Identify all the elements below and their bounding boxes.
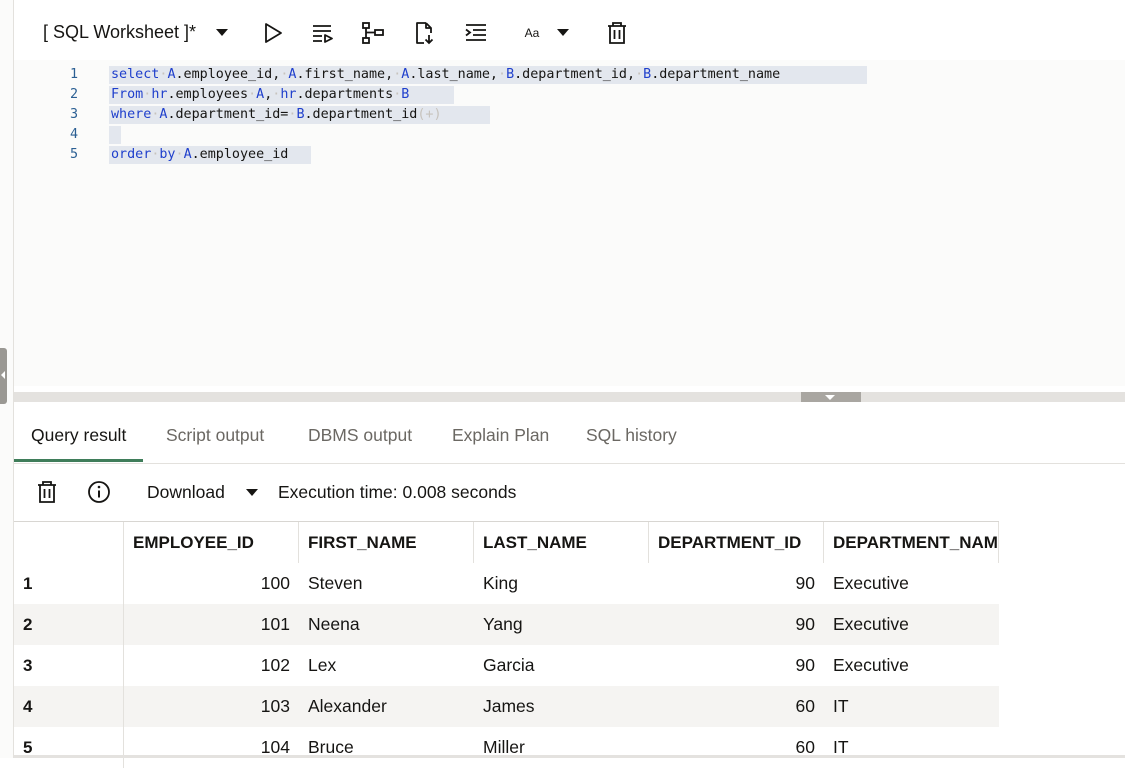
font-case-icon: Aa xyxy=(524,26,540,40)
cell-employee-id[interactable]: 102 xyxy=(124,645,299,686)
cell-last-name[interactable]: Miller xyxy=(474,727,649,768)
column-header[interactable]: EMPLOYEE_ID xyxy=(124,522,299,563)
tab-script-output[interactable]: Script output xyxy=(166,410,264,462)
row-number: 3 xyxy=(14,645,124,686)
cell-first-name[interactable]: Steven xyxy=(299,563,474,604)
worksheet-title: [ SQL Worksheet ]* xyxy=(43,22,197,42)
cell-first-name[interactable]: Bruce xyxy=(299,727,474,768)
code-line-2: 2 From·hr.employees·A,·hr.departments·B xyxy=(14,85,1125,105)
clear-results-button[interactable] xyxy=(32,477,62,507)
line-number: 3 xyxy=(69,107,78,122)
info-button[interactable] xyxy=(84,477,114,507)
panel-expand-handle[interactable] xyxy=(0,348,7,404)
row-number: 5 xyxy=(14,727,124,768)
cell-last-name[interactable]: James xyxy=(474,686,649,727)
cell-last-name[interactable]: Yang xyxy=(474,604,649,645)
table-row[interactable]: 3 102 Lex Garcia 90 Executive xyxy=(14,645,999,686)
code-line-1: 1 select·A.employee_id,·A.first_name,·A.… xyxy=(14,65,1125,85)
sql-editor[interactable]: 1 select·A.employee_id,·A.first_name,·A.… xyxy=(14,60,1125,386)
column-header[interactable]: DEPARTMENT_NAM xyxy=(824,522,999,563)
cell-employee-id[interactable]: 103 xyxy=(124,686,299,727)
autotrace-button[interactable] xyxy=(409,18,439,48)
row-number-header xyxy=(14,522,124,563)
tab-sql-history[interactable]: SQL history xyxy=(586,410,677,462)
results-grid: EMPLOYEE_ID FIRST_NAME LAST_NAME DEPARTM… xyxy=(14,521,999,768)
tab-explain-plan[interactable]: Explain Plan xyxy=(452,410,549,462)
row-number: 4 xyxy=(14,686,124,727)
grid-header: EMPLOYEE_ID FIRST_NAME LAST_NAME DEPARTM… xyxy=(14,522,999,563)
run-script-icon xyxy=(313,25,333,43)
table-row[interactable]: 4 103 Alexander James 60 IT xyxy=(14,686,999,727)
font-case-button[interactable]: Aa xyxy=(517,18,547,48)
format-button[interactable] xyxy=(461,18,491,48)
cell-department-id[interactable]: 60 xyxy=(649,686,824,727)
left-panel-rail xyxy=(0,0,14,758)
cell-department-name[interactable]: IT xyxy=(824,727,999,768)
cell-last-name[interactable]: Garcia xyxy=(474,645,649,686)
result-tabs: Query result Script output DBMS output E… xyxy=(14,410,1125,464)
trash-icon xyxy=(38,481,56,503)
pane-splitter[interactable] xyxy=(14,392,1125,402)
clear-button[interactable] xyxy=(602,18,632,48)
run-script-button[interactable] xyxy=(308,18,338,48)
cell-department-name[interactable]: Executive xyxy=(824,645,999,686)
cell-first-name[interactable]: Neena xyxy=(299,604,474,645)
tab-query-result[interactable]: Query result xyxy=(14,410,144,462)
cell-department-name[interactable]: Executive xyxy=(824,563,999,604)
code-text: order·by·A.employee_id xyxy=(111,147,289,162)
cell-department-id[interactable]: 90 xyxy=(649,563,824,604)
worksheet-toolbar: [ SQL Worksheet ]* Aa xyxy=(14,14,1114,54)
table-row[interactable]: 1 100 Steven King 90 Executive xyxy=(14,563,999,604)
results-toolbar: Download Execution time: 0.008 seconds xyxy=(14,465,1125,521)
autotrace-icon xyxy=(416,22,434,45)
worksheet-menu-caret-icon[interactable] xyxy=(216,29,228,36)
download-caret-icon[interactable] xyxy=(246,489,258,496)
line-number: 1 xyxy=(69,67,78,82)
table-row[interactable]: 5 104 Bruce Miller 60 IT xyxy=(14,727,999,768)
column-header[interactable]: DEPARTMENT_ID xyxy=(649,522,824,563)
cell-department-id[interactable]: 60 xyxy=(649,727,824,768)
execution-time: Execution time: 0.008 seconds xyxy=(278,482,517,502)
cell-department-id[interactable]: 90 xyxy=(649,604,824,645)
info-icon xyxy=(88,481,110,503)
cell-employee-id[interactable]: 104 xyxy=(124,727,299,768)
splitter-collapse-handle[interactable] xyxy=(801,392,861,402)
line-number: 5 xyxy=(69,147,78,162)
code-text: where·A.department_id=·B.department_id(+… xyxy=(111,107,442,122)
code-text: select·A.employee_id,·A.first_name,·A.la… xyxy=(111,67,781,82)
row-number: 1 xyxy=(14,563,124,604)
cell-department-id[interactable]: 90 xyxy=(649,645,824,686)
format-icon xyxy=(465,24,486,41)
column-header[interactable]: LAST_NAME xyxy=(474,522,649,563)
download-button[interactable]: Download xyxy=(147,482,225,503)
explain-plan-icon xyxy=(362,22,384,44)
cell-first-name[interactable]: Alexander xyxy=(299,686,474,727)
cell-employee-id[interactable]: 100 xyxy=(124,563,299,604)
code-line-3: 3 where·A.department_id=·B.department_id… xyxy=(14,105,1125,125)
line-number: 4 xyxy=(69,127,78,142)
explain-plan-button[interactable] xyxy=(358,18,388,48)
line-number: 2 xyxy=(69,87,78,102)
cell-department-name[interactable]: IT xyxy=(824,686,999,727)
code-line-5: 5 order·by·A.employee_id xyxy=(14,145,1125,165)
code-text: From·hr.employees·A,·hr.departments·B xyxy=(111,87,410,102)
cell-department-name[interactable]: Executive xyxy=(824,604,999,645)
cell-employee-id[interactable]: 101 xyxy=(124,604,299,645)
table-row[interactable]: 2 101 Neena Yang 90 Executive xyxy=(14,604,999,645)
run-statement-icon xyxy=(265,23,282,43)
column-header[interactable]: FIRST_NAME xyxy=(299,522,474,563)
cell-first-name[interactable]: Lex xyxy=(299,645,474,686)
font-case-caret-icon[interactable] xyxy=(557,29,569,36)
tab-dbms-output[interactable]: DBMS output xyxy=(308,410,412,462)
run-statement-button[interactable] xyxy=(258,18,288,48)
trash-icon xyxy=(608,22,626,44)
row-number: 2 xyxy=(14,604,124,645)
cell-last-name[interactable]: King xyxy=(474,563,649,604)
code-line-4: 4 xyxy=(14,125,1125,145)
